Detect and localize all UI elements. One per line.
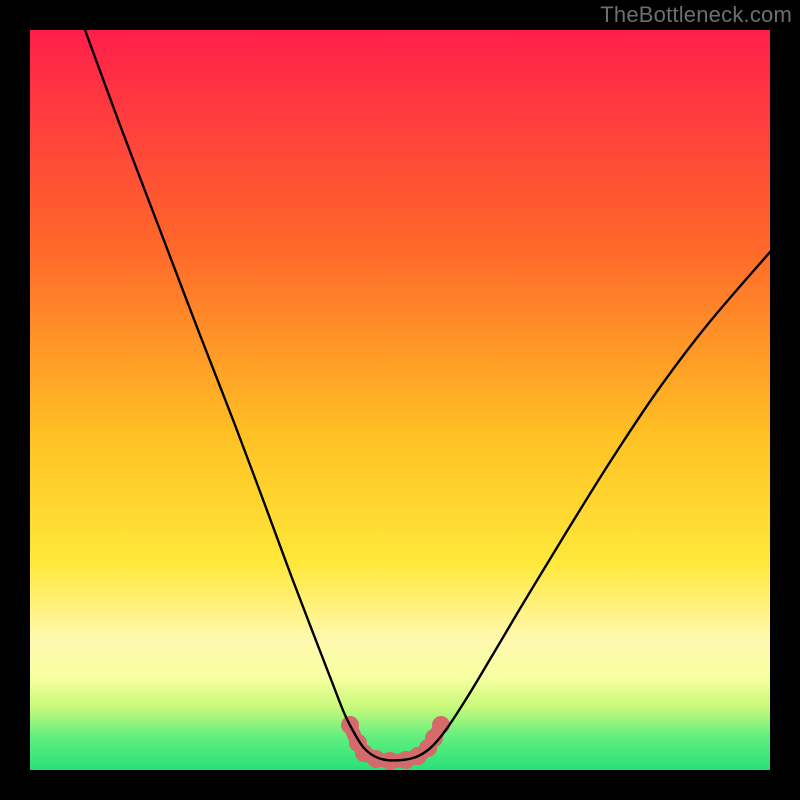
app-frame: TheBottleneck.com — [0, 0, 800, 800]
bottleneck-curve — [85, 30, 770, 760]
trough-marker-dots — [341, 716, 450, 770]
chart-plot-area — [30, 30, 770, 770]
chart-curve-layer — [30, 30, 770, 770]
watermark-text: TheBottleneck.com — [600, 2, 792, 28]
trough-marker-dot — [432, 716, 450, 734]
